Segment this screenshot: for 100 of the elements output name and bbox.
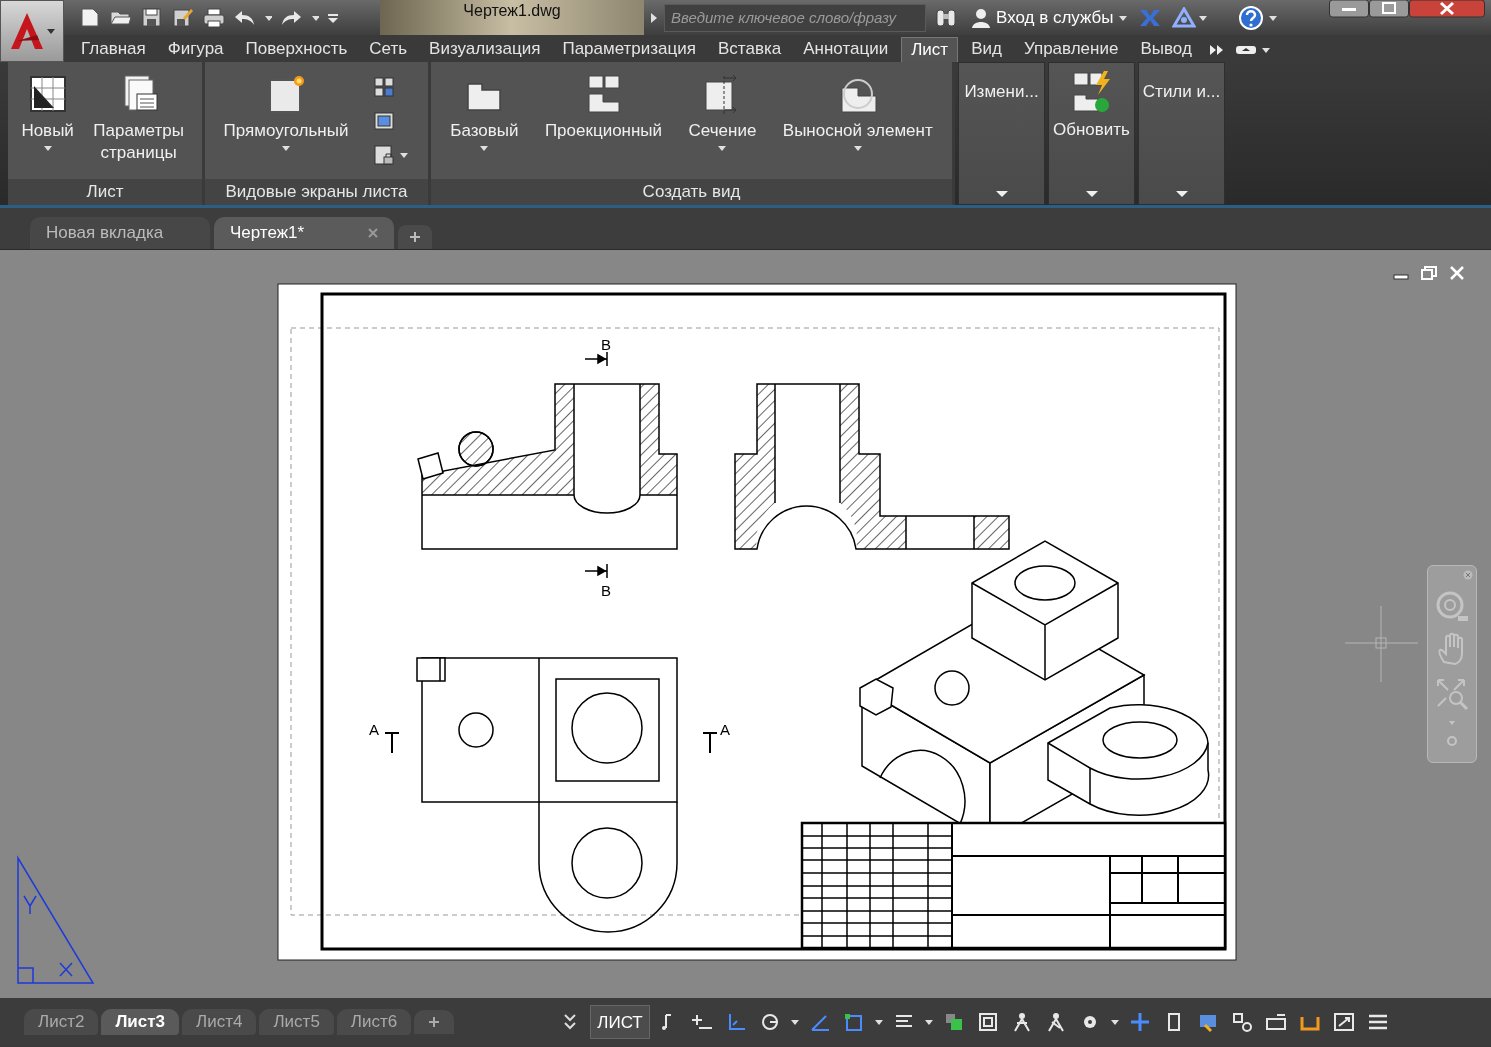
ribbon-tab[interactable]: Поверхность <box>235 37 358 62</box>
caret-icon[interactable] <box>923 1017 934 1026</box>
document-tab[interactable]: Чертеж1* <box>214 217 394 249</box>
caret-icon[interactable] <box>1197 13 1208 22</box>
ribbon-tab[interactable]: Вид <box>961 37 1012 62</box>
ribbon-tab[interactable]: Лист <box>901 37 959 62</box>
ribbon-tab[interactable]: Визуализация <box>419 37 551 62</box>
layout-tab[interactable]: Лист3 <box>101 1008 180 1035</box>
application-button[interactable] <box>0 0 64 62</box>
caret-icon <box>42 144 53 152</box>
ribbon-tab[interactable]: Вставка <box>708 37 792 62</box>
ribbon-button[interactable]: Выносной элемент <box>782 74 933 179</box>
panel-toggle-icon[interactable] <box>1234 45 1257 55</box>
section-label: А <box>720 721 730 738</box>
new-layout-button[interactable] <box>414 1009 455 1034</box>
ribbon-button-label: Выносной элемент <box>782 120 933 142</box>
expand-arrow-icon[interactable] <box>650 11 658 24</box>
maximize-icon[interactable] <box>1369 0 1409 18</box>
minimize-icon[interactable] <box>1329 0 1369 18</box>
shapes-icon[interactable] <box>1230 1010 1253 1033</box>
collapsed-panel-button[interactable]: Стили и... <box>1138 62 1225 205</box>
lock-icon <box>373 144 396 166</box>
plus-icon[interactable] <box>1128 1010 1151 1033</box>
more-tabs-icon[interactable] <box>1208 44 1225 56</box>
section-arrow-icon <box>702 732 718 754</box>
ribbon-button-label: Базовый <box>450 120 519 142</box>
ribbon-button[interactable]: Прямоугольный <box>223 74 349 179</box>
ribbon-tab[interactable]: Главная <box>71 37 156 62</box>
collapsed-panel-label: Измени... <box>964 81 1039 103</box>
caret-icon[interactable] <box>789 1017 800 1026</box>
section-label: А <box>369 721 379 738</box>
collapse-chevrons-icon[interactable] <box>564 1013 577 1030</box>
print-icon[interactable] <box>202 6 225 29</box>
caret-icon <box>45 27 56 35</box>
space-toggle-button[interactable]: ЛИСТ <box>590 1004 650 1039</box>
caret-icon[interactable] <box>1267 13 1278 22</box>
grid-icon <box>373 76 396 98</box>
ribbon-tab[interactable]: Параметризация <box>552 37 706 62</box>
ribbon-button-label: Параметры страницы <box>92 120 185 164</box>
caret-icon <box>479 144 490 152</box>
section-arrow-icon <box>584 563 608 579</box>
ribbon-tab[interactable]: Вывод <box>1130 37 1202 62</box>
caret-icon[interactable] <box>873 1017 884 1026</box>
frame-square-icon[interactable] <box>976 1010 999 1033</box>
document-tab[interactable]: Новая вкладка <box>30 217 210 249</box>
ribbon-button[interactable]: Параметры страницы <box>88 74 189 179</box>
search-field[interactable]: Введите ключевое слово/фразу <box>664 3 926 32</box>
user-icon <box>970 6 992 29</box>
ribbon-button-label: Проекционный <box>544 120 663 142</box>
caret-icon <box>1117 13 1128 22</box>
layout-tab[interactable]: Лист5 <box>259 1008 334 1035</box>
panel-title: Видовые экраны листа <box>205 179 428 205</box>
ribbon-tab[interactable]: Сеть <box>359 37 418 62</box>
ribbon-button[interactable]: Базовый <box>450 74 519 179</box>
caret-icon <box>399 151 410 159</box>
drawing-canvas[interactable]: В В А А <box>0 250 1491 998</box>
sign-in-label: Вход в службы <box>996 6 1114 29</box>
save-as-icon[interactable] <box>171 6 194 29</box>
close-icon[interactable] <box>1409 0 1485 18</box>
save-icon[interactable] <box>140 6 163 29</box>
collapsed-panel-button[interactable]: Измени... <box>958 62 1045 205</box>
caret-icon <box>994 190 1009 198</box>
ucs-icon <box>17 857 94 984</box>
caret-icon[interactable] <box>1260 46 1271 54</box>
caret-icon[interactable] <box>311 13 319 22</box>
new-tab-button[interactable] <box>398 225 432 249</box>
section-arrow-icon <box>384 732 400 754</box>
layout-tab[interactable]: Лист2 <box>24 1008 99 1035</box>
caret-icon[interactable] <box>264 13 272 22</box>
sign-in-button[interactable]: Вход в службы <box>970 4 1128 31</box>
ribbon-button[interactable]: Проекционный <box>544 74 663 179</box>
collapsed-panel-button[interactable]: Обновить <box>1048 62 1135 205</box>
caret-icon <box>717 144 728 152</box>
caret-icon <box>852 144 863 152</box>
ribbon-button[interactable]: Сечение <box>688 74 757 179</box>
frame-icon <box>373 110 396 132</box>
caret-icon <box>281 144 291 152</box>
triangle-network-icon[interactable] <box>1171 6 1196 29</box>
layout-tab[interactable]: Лист4 <box>182 1008 257 1035</box>
caret-icon <box>1084 190 1099 198</box>
binoculars-icon[interactable] <box>934 6 958 29</box>
document-tab-label: Новая вкладка <box>46 222 164 245</box>
ribbon-button-label: Сечение <box>688 120 757 142</box>
ribbon-tab[interactable]: Управление <box>1013 37 1129 62</box>
caret-icon[interactable] <box>1109 1017 1120 1026</box>
ribbon-tab[interactable]: Аннотации <box>793 37 899 62</box>
fullscreen-icon[interactable] <box>1332 1010 1355 1033</box>
section-label: В <box>601 336 611 353</box>
restore-icon[interactable] <box>1421 266 1437 280</box>
ribbon-button-label: Прямоугольный <box>223 120 349 142</box>
small-ribbon-button[interactable] <box>373 144 410 166</box>
collapsed-panel-label: Стили и... <box>1142 81 1221 103</box>
ribbon-tab[interactable]: Фигура <box>157 37 234 62</box>
help-icon[interactable] <box>1237 4 1264 31</box>
customize-menu-icon[interactable] <box>327 11 339 24</box>
window-title: Чертеж1.dwg <box>463 1 561 21</box>
layout-tab[interactable]: Лист6 <box>336 1008 412 1035</box>
panel-title: Создать вид <box>431 179 952 205</box>
ribbon-button[interactable]: Новый <box>21 74 74 179</box>
panel-title: Лист <box>8 179 202 205</box>
